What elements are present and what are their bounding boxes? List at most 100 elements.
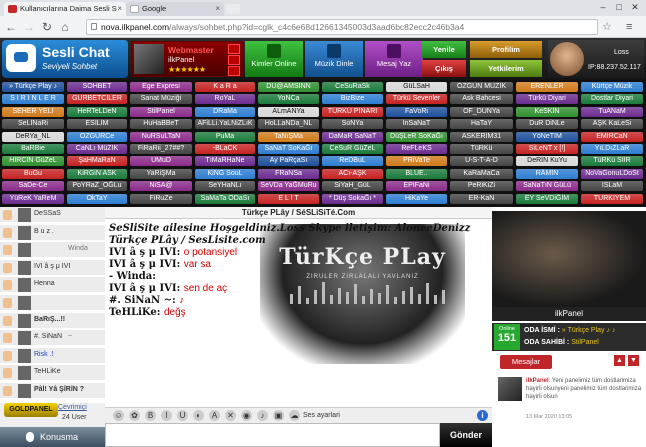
chevron-down-icon[interactable]: ▼ <box>628 355 639 366</box>
room-item[interactable]: HeRTeLDeN <box>67 106 127 117</box>
room-item[interactable]: KiRGiN ASK <box>67 168 127 179</box>
reload-icon[interactable]: ↻ <box>40 19 54 35</box>
user-row[interactable]: Risk .! <box>0 347 105 364</box>
raise-hand-icon[interactable] <box>3 245 12 256</box>
room-item[interactable]: PRiVaTe <box>386 156 447 167</box>
room-item[interactable]: KeSKİN <box>516 106 578 117</box>
room-item[interactable]: SEHER YELİ <box>2 106 64 117</box>
raise-hand-icon[interactable] <box>3 210 12 220</box>
room-item[interactable]: KiNG SouL <box>195 168 255 179</box>
chat-message-input[interactable] <box>105 423 440 447</box>
message-sender[interactable]: - Winda: <box>109 271 156 282</box>
room-item[interactable]: HaTaY <box>450 119 513 130</box>
sound-settings-link[interactable]: Ses ayarlari <box>303 412 340 419</box>
mesaj-yaz-button[interactable]: Mesaj Yaz <box>365 41 423 77</box>
room-item[interactable]: * Düş SokaĞı * <box>322 193 383 204</box>
cloud-icon[interactable]: ☁ <box>289 410 300 421</box>
room-item[interactable]: ŞaHMaRaN <box>67 156 127 167</box>
color-palette-icon[interactable]: ◐ <box>193 410 204 421</box>
room-item[interactable]: S İ R İ N L E R <box>2 94 64 105</box>
room-item[interactable]: YöNeTİM <box>516 131 578 142</box>
room-item[interactable]: BLUE.. <box>386 168 447 179</box>
room-item[interactable]: ER-KaN <box>450 193 513 204</box>
room-item[interactable]: TüRKü <box>450 144 513 154</box>
room-item[interactable]: ERENLER <box>516 82 578 92</box>
user-row[interactable] <box>0 295 105 311</box>
raise-hand-icon[interactable] <box>3 333 12 344</box>
info-icon[interactable]: i <box>477 410 488 421</box>
room-item[interactable]: FRaNSa <box>258 168 319 179</box>
room-item[interactable]: DeRİN KuYu <box>516 156 578 167</box>
message-sender[interactable]: IVI â ş μ IVI: <box>109 259 180 270</box>
room-item[interactable]: SaMaTa ODaSı <box>195 193 255 204</box>
room-item[interactable]: DRaMa <box>195 106 255 117</box>
user-row[interactable]: TeHLiKe <box>0 365 105 382</box>
room-item[interactable]: RÂMİN <box>516 168 578 179</box>
room-item[interactable]: HiKaYe <box>386 193 447 204</box>
room-item[interactable]: Türkü Sevenler <box>386 94 447 105</box>
room-item[interactable]: YoNCa <box>258 94 319 105</box>
profile-icon[interactable] <box>228 44 240 54</box>
block-icon[interactable] <box>228 66 240 76</box>
room-item[interactable]: CaNLı MüZİK <box>67 144 127 154</box>
user-row[interactable]: Henna <box>0 277 105 294</box>
room-item[interactable]: HuHaBBeT <box>130 119 192 130</box>
page-info-icon[interactable] <box>91 23 97 30</box>
room-item[interactable]: » Türkçe Play ♪ <box>2 82 64 92</box>
room-item[interactable]: YaRiŞMa <box>130 168 192 179</box>
message-sender[interactable]: Türkçe PLây / SesLisite.com <box>109 235 266 246</box>
room-item[interactable]: İSLaM <box>581 181 643 192</box>
room-item[interactable]: PoYRaZ_OĞLu <box>67 181 127 192</box>
room-item[interactable]: GURBETCİLER <box>67 94 127 105</box>
close-tab-icon[interactable]: × <box>117 2 122 16</box>
room-item[interactable]: YıLDıZLaR <box>581 144 643 154</box>
raise-hand-icon[interactable] <box>3 315 12 326</box>
message-sender[interactable]: SeSliSite ailesine Hoşgeldiniz.Loss Skyp… <box>109 223 470 234</box>
room-item[interactable]: ACı-AŞK <box>322 168 383 179</box>
room-item[interactable]: SeLİNaRi <box>2 119 64 130</box>
room-item[interactable]: Türkü Diyari <box>516 94 578 105</box>
room-item[interactable]: K a R a <box>195 82 255 92</box>
camera-icon[interactable]: ◉ <box>241 410 252 421</box>
bell-icon[interactable]: ♪ <box>257 410 268 421</box>
room-item[interactable]: TÜRKİYEM <box>581 193 643 204</box>
back-icon[interactable]: ← <box>4 19 18 35</box>
room-item[interactable]: Ask Bahcesi <box>450 94 513 105</box>
refresh-button[interactable]: Yenile <box>422 41 466 58</box>
featured-user-photo[interactable] <box>492 211 646 307</box>
browser-tab-active[interactable]: Kullanıcılarına Daima Sesli S × <box>4 2 126 16</box>
room-item[interactable]: SaNaTıN GüLü <box>516 181 578 192</box>
muzik-dinle-button[interactable]: Müzik Dinle <box>305 41 363 77</box>
gift-icon[interactable]: ✿ <box>129 410 140 421</box>
user-row[interactable]: B u z . <box>0 224 105 241</box>
smiley-icon[interactable]: ☺ <box>113 410 124 421</box>
room-item[interactable]: SeVDa YaĞMuRu <box>258 181 319 192</box>
room-item[interactable]: BuGu <box>2 168 64 179</box>
room-item[interactable]: EMİRCaN <box>581 131 643 142</box>
raise-hand-icon[interactable] <box>3 386 12 396</box>
home-icon[interactable]: ⌂ <box>58 19 72 35</box>
room-item[interactable]: Dostlar Diyari <box>581 94 643 105</box>
room-item[interactable]: DuR DiNLe <box>516 119 578 130</box>
browser-menu-icon[interactable]: ≡ <box>626 19 632 35</box>
bold-icon[interactable]: B <box>145 410 156 421</box>
messages-tab[interactable]: Mesajlar <box>500 355 552 369</box>
room-item[interactable]: HoLLaNDa_NL <box>258 119 319 130</box>
room-item[interactable]: DeRYa_NL <box>2 131 64 142</box>
room-item[interactable]: StilPanel <box>130 106 192 117</box>
user-row[interactable]: IVI â ş μ IVI <box>0 259 105 276</box>
message-sender[interactable]: TeHLiKe: <box>109 307 160 318</box>
room-item[interactable]: RoYaL <box>195 94 255 105</box>
room-item[interactable]: EPİFaNi <box>386 181 447 192</box>
forward-icon[interactable]: → <box>22 19 36 35</box>
talk-button[interactable]: Konusma <box>0 427 105 447</box>
room-item[interactable]: ESİLİM <box>67 119 127 130</box>
site-logo[interactable]: Sesli Chat Seviyeli Sohbet <box>2 40 128 78</box>
room-item[interactable]: FiRaRii_27##? <box>130 144 192 154</box>
raise-hand-icon[interactable] <box>3 227 12 238</box>
room-item[interactable]: ReFLeKS <box>386 144 447 154</box>
room-item[interactable]: ASKERİM31 <box>450 131 513 142</box>
room-item[interactable]: SiYaH_GüL <box>322 181 383 192</box>
close-window-icon[interactable]: ✕ <box>628 1 642 13</box>
room-item[interactable]: SeYHaNLı <box>195 181 255 192</box>
